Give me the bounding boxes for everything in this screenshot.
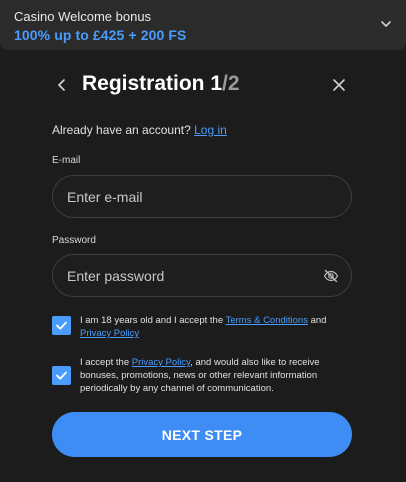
account-prompt-text: Already have an account?: [52, 123, 191, 137]
privacy-policy-link[interactable]: Privacy Policy: [80, 328, 139, 339]
marketing-consent-before: I accept the: [80, 357, 132, 368]
age-consent-before: I am 18 years old and I accept the: [80, 315, 226, 326]
email-field-wrapper: [52, 175, 352, 218]
password-label: Password: [52, 235, 96, 246]
registration-modal: Casino Welcome bonus 100% up to £425 + 2…: [0, 0, 406, 482]
password-field-wrapper: [52, 254, 352, 297]
back-arrow-icon[interactable]: [55, 78, 69, 92]
age-consent-text: I am 18 years old and I accept the Terms…: [80, 314, 360, 340]
bonus-offer: 100% up to £425 + 200 FS: [14, 27, 187, 43]
marketing-consent-checkbox[interactable]: [52, 366, 71, 385]
step-total: /2: [222, 72, 240, 95]
eye-off-icon[interactable]: [323, 268, 339, 284]
privacy-policy-link-2[interactable]: Privacy Policy: [132, 357, 190, 368]
age-consent-checkbox[interactable]: [52, 316, 71, 335]
title-text: Registration 1: [82, 72, 223, 95]
bonus-title: Casino Welcome bonus: [14, 9, 152, 24]
close-icon[interactable]: [332, 78, 346, 92]
check-icon: [56, 371, 67, 380]
login-link[interactable]: Log in: [194, 123, 227, 137]
age-consent-middle: and: [307, 315, 327, 326]
account-prompt: Already have an account? Log in: [52, 123, 227, 137]
page-title: Registration 1/2: [82, 72, 240, 96]
email-field[interactable]: [67, 176, 307, 217]
next-step-button[interactable]: NEXT STEP: [52, 412, 352, 457]
password-field[interactable]: [67, 255, 307, 296]
chevron-down-icon[interactable]: [380, 18, 392, 30]
bonus-banner[interactable]: Casino Welcome bonus 100% up to £425 + 2…: [0, 0, 406, 50]
email-label: E-mail: [52, 155, 81, 166]
check-icon: [56, 321, 67, 330]
marketing-consent-text: I accept the Privacy Policy, and would a…: [80, 356, 360, 395]
terms-link[interactable]: Terms & Conditions: [226, 315, 308, 326]
